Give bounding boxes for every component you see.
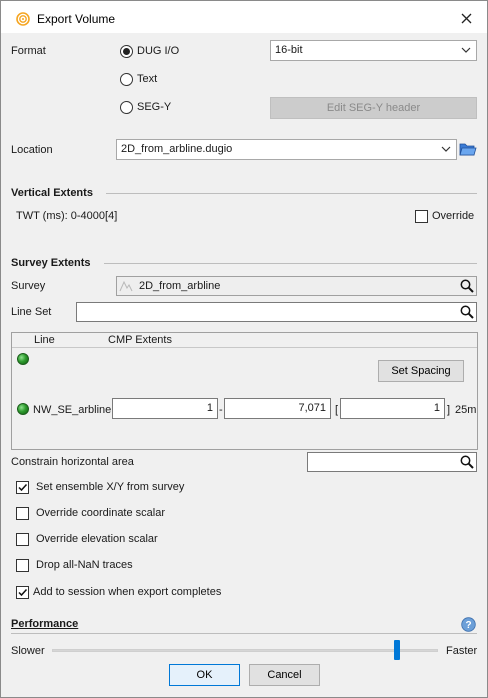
set-spacing-button[interactable]: Set Spacing <box>378 360 464 382</box>
format-label: Format <box>11 45 46 57</box>
divider <box>104 263 477 264</box>
performance-slider-thumb[interactable] <box>394 640 400 660</box>
survey-extents-title: Survey Extents <box>11 257 91 269</box>
line-spacing-value: 25m <box>455 404 477 416</box>
survey-label: Survey <box>11 280 46 292</box>
cmp-end-input[interactable]: 7,071 <box>224 398 331 419</box>
chevron-down-icon <box>441 146 451 152</box>
radio-segy[interactable] <box>120 101 133 114</box>
column-header-cmp-extents: CMP Extents <box>108 334 172 346</box>
range-dash: - <box>219 404 223 416</box>
override-vertical-checkbox[interactable] <box>415 210 428 223</box>
cmp-start-input[interactable]: 1 <box>112 398 218 419</box>
divider <box>11 633 477 634</box>
search-icon[interactable] <box>460 455 474 469</box>
bit-depth-select[interactable]: 16-bit <box>270 40 477 61</box>
performance-slider[interactable] <box>52 649 438 652</box>
table-header-divider <box>12 347 477 348</box>
svg-text:?: ? <box>465 620 471 631</box>
select-all-status-icon[interactable] <box>17 353 29 365</box>
radio-dug-io[interactable] <box>120 45 133 58</box>
open-folder-icon[interactable] <box>459 141 477 157</box>
line-extents-table: Line CMP Extents Set Spacing NW_SE_arbli… <box>11 332 478 450</box>
constrain-area-field[interactable] <box>307 452 477 472</box>
drop-nan-traces-label: Drop all-NaN traces <box>36 559 133 571</box>
add-to-session-label: Add to session when export completes <box>33 586 222 598</box>
override-coordinate-scalar-checkbox[interactable] <box>16 507 29 520</box>
vertical-extents-title: Vertical Extents <box>11 187 93 199</box>
ok-button[interactable]: OK <box>169 664 240 686</box>
cancel-button[interactable]: Cancel <box>249 664 320 686</box>
line-name: NW_SE_arbline <box>33 404 112 416</box>
override-vertical-label: Override <box>432 210 475 222</box>
location-select[interactable]: 2D_from_arbline.dugio <box>116 139 457 160</box>
export-volume-dialog: Export Volume Format DUG I/O Text SEG-Y … <box>0 0 488 698</box>
search-icon[interactable] <box>460 279 474 293</box>
cmp-step-input[interactable]: 1 <box>340 398 445 419</box>
set-ensemble-xy-label: Set ensemble X/Y from survey <box>36 481 185 493</box>
override-coordinate-scalar-label: Override coordinate scalar <box>36 507 166 519</box>
survey-field[interactable]: 2D_from_arbline <box>116 276 477 296</box>
line-status-icon[interactable] <box>17 403 29 415</box>
twt-range-text: TWT (ms): 0-4000[4] <box>16 210 118 222</box>
constrain-area-label: Constrain horizontal area <box>11 456 134 468</box>
faster-label: Faster <box>446 645 478 657</box>
radio-text-label: Text <box>137 73 158 85</box>
help-icon[interactable]: ? <box>461 617 476 632</box>
survey-value: 2D_from_arbline <box>139 280 221 292</box>
title-bar: Export Volume <box>1 1 487 33</box>
edit-segy-header-button[interactable]: Edit SEG-Y header <box>270 97 477 119</box>
radio-segy-label: SEG-Y <box>137 101 172 113</box>
step-open-bracket: [ <box>335 404 339 416</box>
window-title: Export Volume <box>37 12 116 26</box>
chevron-down-icon <box>461 47 471 53</box>
location-label: Location <box>11 144 53 156</box>
performance-title[interactable]: Performance <box>11 618 78 630</box>
checkmark-icon <box>18 588 28 597</box>
checkmark-icon <box>18 483 28 492</box>
radio-dug-io-label: DUG I/O <box>137 45 180 57</box>
add-to-session-checkbox[interactable] <box>16 586 29 599</box>
set-ensemble-xy-checkbox[interactable] <box>16 481 29 494</box>
override-elevation-scalar-checkbox[interactable] <box>16 533 29 546</box>
close-icon <box>461 13 471 23</box>
line-set-label: Line Set <box>11 306 52 318</box>
column-header-line: Line <box>34 334 55 346</box>
step-close-bracket: ] <box>447 404 451 416</box>
close-button[interactable] <box>455 7 477 29</box>
slower-label: Slower <box>11 645 45 657</box>
radio-text[interactable] <box>120 73 133 86</box>
search-icon[interactable] <box>460 305 474 319</box>
divider <box>106 193 477 194</box>
line-set-field[interactable] <box>76 302 477 322</box>
bit-depth-value: 16-bit <box>275 44 303 56</box>
survey-type-icon <box>119 280 133 292</box>
app-logo-icon <box>16 12 30 26</box>
override-elevation-scalar-label: Override elevation scalar <box>36 533 158 545</box>
location-value: 2D_from_arbline.dugio <box>121 143 233 155</box>
drop-nan-traces-checkbox[interactable] <box>16 559 29 572</box>
